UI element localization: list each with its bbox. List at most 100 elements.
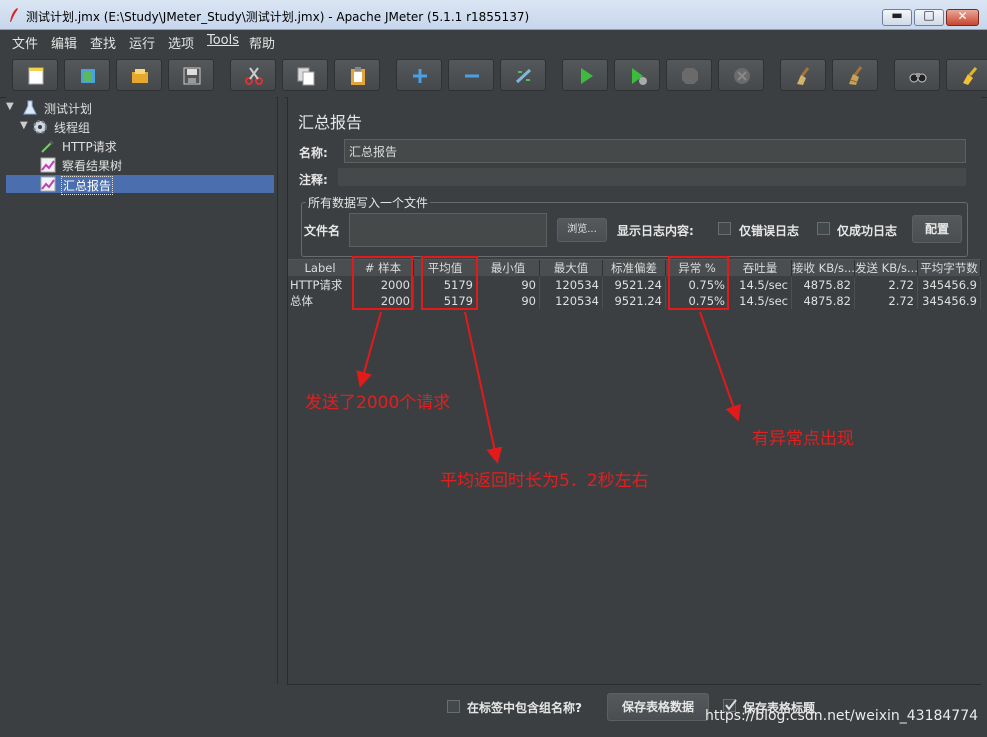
table-cell: 120534 [540, 277, 603, 293]
title-bar: 测试计划.jmx (E:\Study\JMeter_Study\测试计划.jmx… [0, 0, 987, 30]
clear-all-button[interactable] [832, 59, 878, 91]
window-title: 测试计划.jmx (E:\Study\JMeter_Study\测试计划.jmx… [26, 10, 530, 24]
column-header[interactable]: 接收 KB/s... [792, 260, 855, 276]
toolbar [0, 52, 987, 98]
expand-all-button[interactable] [396, 59, 442, 91]
shutdown-button[interactable] [718, 59, 764, 91]
paste-button[interactable] [334, 59, 380, 91]
chart-icon [40, 157, 56, 173]
save-table-data-button[interactable]: 保存表格数据 [607, 693, 709, 721]
tree-node-thread-group[interactable]: ▼ 线程组 [6, 118, 266, 136]
configure-button[interactable]: 配置 [912, 215, 962, 243]
tree-node-view-results-tree[interactable]: 察看结果树 [6, 156, 266, 174]
broom-reset-icon [963, 67, 978, 85]
start-no-pauses-button[interactable] [614, 59, 660, 91]
menu-help[interactable]: 帮助 [249, 33, 275, 52]
comment-field[interactable] [338, 168, 966, 186]
new-button[interactable] [12, 59, 58, 91]
tree-node-http-request[interactable]: HTTP请求 [6, 137, 266, 155]
annotation-box-average [421, 256, 478, 310]
menu-run[interactable]: 运行 [129, 33, 155, 52]
success-only-label: 仅成功日志 [837, 224, 898, 238]
start-icon [581, 68, 593, 84]
table-cell: 2.72 [855, 293, 918, 309]
name-field[interactable]: 汇总报告 [344, 139, 966, 163]
page-title: 汇总报告 [298, 113, 363, 132]
open-icon [132, 69, 148, 83]
log-content-label: 显示日志内容: [617, 224, 694, 238]
close-button[interactable]: ✕ [946, 9, 979, 26]
column-header[interactable]: 最小值 [477, 260, 540, 276]
table-cell: 90 [477, 293, 540, 309]
menu-edit[interactable]: 编辑 [51, 33, 77, 52]
column-header[interactable]: 最大值 [540, 260, 603, 276]
column-header[interactable]: 吞吐量 [729, 260, 792, 276]
comment-label: 注释: [299, 173, 328, 187]
table-cell: 4875.82 [792, 277, 855, 293]
chart-icon [40, 176, 56, 192]
templates-button[interactable] [64, 59, 110, 91]
filename-input[interactable] [349, 213, 547, 247]
open-button[interactable] [116, 59, 162, 91]
clear-icon [797, 67, 810, 85]
clear-all-icon [849, 66, 863, 85]
tree-node-summary-report[interactable]: 汇总报告 [6, 175, 274, 195]
column-header[interactable]: 平均字节数 [918, 260, 981, 276]
test-plan-tree: ▼ 测试计划 ▼ 线程组 HTTP请求 察看结果树 汇总报告 [6, 97, 276, 684]
splitter-handle[interactable] [277, 97, 285, 684]
copy-button[interactable] [282, 59, 328, 91]
filename-label: 文件名 [304, 224, 341, 238]
reset-search-button[interactable] [946, 59, 987, 91]
expand-icon [413, 69, 427, 83]
jmeter-feather-icon [10, 8, 18, 22]
templates-icon [81, 69, 95, 83]
browse-button[interactable]: 浏览... [557, 218, 607, 242]
save-icon [183, 67, 201, 85]
search-button[interactable] [894, 59, 940, 91]
paste-icon [351, 67, 365, 85]
start-button[interactable] [562, 59, 608, 91]
toggle-icon [515, 68, 532, 84]
errors-only-checkbox[interactable] [718, 222, 731, 235]
menu-search[interactable]: 查找 [90, 33, 116, 52]
expand-arrow-icon[interactable]: ▼ [20, 120, 28, 131]
save-button[interactable] [168, 59, 214, 91]
tree-label: 汇总报告 [61, 176, 114, 195]
column-header[interactable]: Label [288, 260, 353, 276]
table-cell: 总体 [288, 293, 353, 309]
toggle-button[interactable] [500, 59, 546, 91]
clear-button[interactable] [780, 59, 826, 91]
table-cell: 90 [477, 277, 540, 293]
menu-file[interactable]: 文件 [12, 33, 38, 52]
menu-tools[interactable]: Tools [207, 33, 239, 48]
tree-label: 线程组 [54, 121, 91, 135]
copy-icon [297, 67, 315, 86]
column-header[interactable]: 标准偏差 [603, 260, 666, 276]
menu-bar: 文件 编辑 查找 运行 选项 Tools 帮助 [0, 30, 987, 52]
table-cell: HTTP请求 [288, 277, 353, 293]
table-cell: 345456.9 [918, 293, 981, 309]
table-cell: 345456.9 [918, 277, 981, 293]
expand-arrow-icon[interactable]: ▼ [6, 101, 14, 112]
gear-icon [33, 120, 47, 134]
table-cell: 2.72 [855, 277, 918, 293]
cut-button[interactable] [230, 59, 276, 91]
stop-button[interactable] [666, 59, 712, 91]
start-no-pause-icon [632, 68, 647, 85]
table-cell: 14.5/sec [729, 277, 792, 293]
tree-label: 察看结果树 [62, 159, 123, 173]
menu-options[interactable]: 选项 [168, 33, 194, 52]
maximize-button[interactable]: □ [914, 8, 944, 26]
new-icon [28, 67, 44, 85]
success-only-checkbox[interactable] [817, 222, 830, 235]
minimize-button[interactable]: ▬ [882, 8, 912, 26]
tree-node-test-plan[interactable]: ▼ 测试计划 [6, 99, 266, 117]
annotation-average-note: 平均返回时长为5．2秒左右 [440, 471, 649, 491]
annotation-box-samples [352, 256, 413, 310]
include-group-name-checkbox[interactable] [447, 700, 460, 713]
annotation-box-error [668, 256, 729, 310]
pipette-icon [41, 140, 54, 153]
column-header[interactable]: 发送 KB/s... [855, 260, 918, 276]
table-cell: 120534 [540, 293, 603, 309]
collapse-all-button[interactable] [448, 59, 494, 91]
